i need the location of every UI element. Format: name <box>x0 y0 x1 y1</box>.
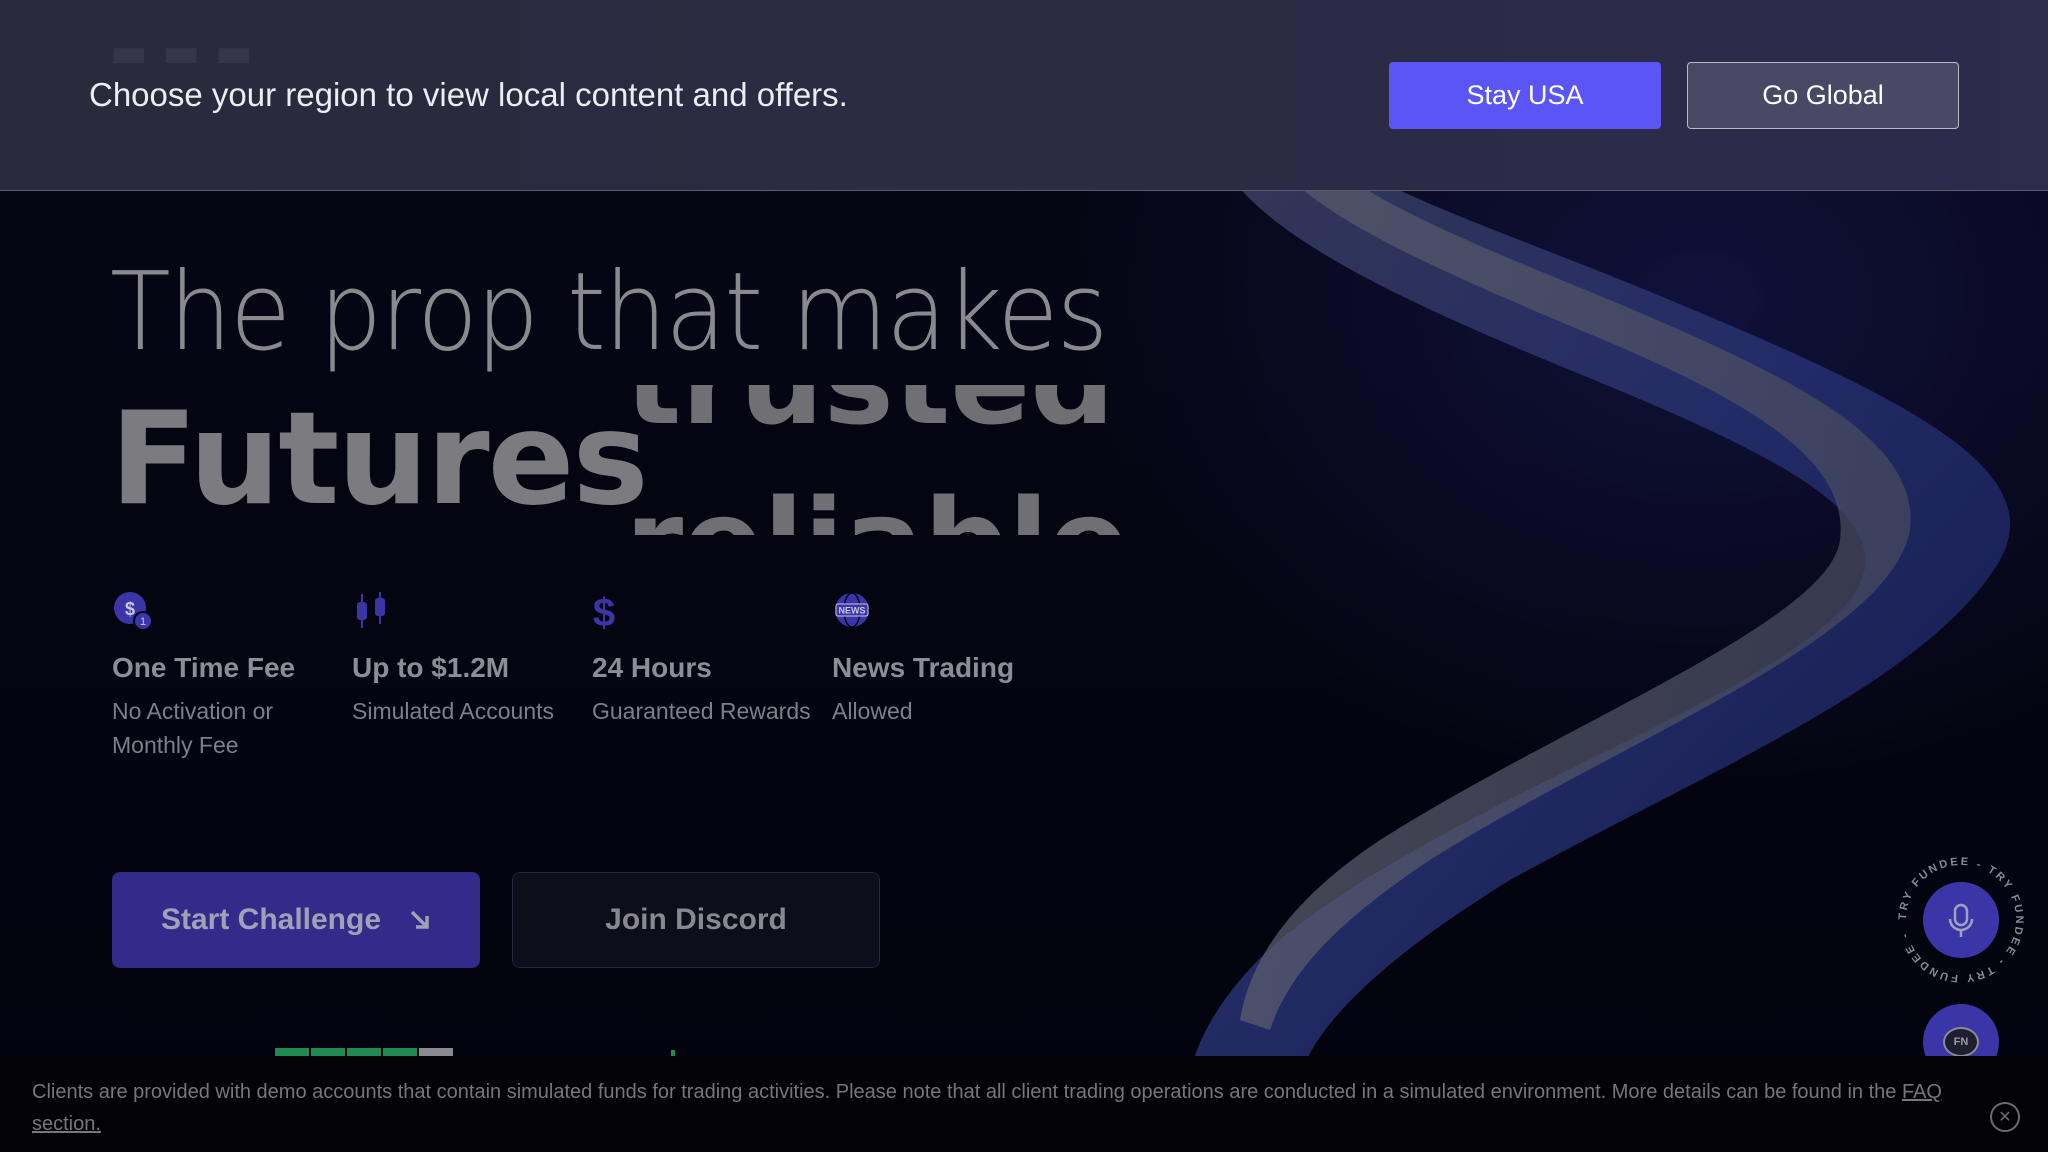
disclaimer-text: Clients are provided with demo accounts … <box>32 1076 1958 1140</box>
region-selector-banner: ▬ ▬ ▬ Choose your region to view local c… <box>0 0 2048 191</box>
go-global-button[interactable]: Go Global <box>1687 62 1959 129</box>
disclaimer-body: Clients are provided with demo accounts … <box>32 1081 1897 1103</box>
arrow-down-right-icon <box>410 910 429 929</box>
candlestick-icon <box>357 592 385 628</box>
rotating-word-next: reliable <box>625 473 1129 535</box>
feature-one-time-fee: $ 1 One Time Fee No Activation or Monthl… <box>112 590 332 762</box>
svg-text:$: $ <box>593 591 615 632</box>
feature-news-trading: NEWS News Trading Allowed <box>832 590 1052 728</box>
hero-highlight-word: Futures <box>110 385 649 534</box>
svg-text:NEWS: NEWS <box>839 606 866 616</box>
voice-assistant-widget[interactable]: TRY FUNDEE - TRY FUNDEE - TRY FUNDEE - <box>1896 855 2026 985</box>
feature-description: Simulated Accounts <box>352 698 555 724</box>
region-message: Choose your region to view local content… <box>89 76 848 113</box>
stay-usa-button[interactable]: Stay USA <box>1389 62 1661 129</box>
feature-description: Allowed <box>832 698 913 724</box>
rotating-word-current: trusted <box>625 385 1115 451</box>
start-challenge-label: Start Challenge <box>160 903 382 936</box>
feature-title: Up to $1.2M <box>352 652 510 683</box>
dollar-icon: $ <box>593 591 615 632</box>
svg-text:$: $ <box>125 599 135 619</box>
hero-heading-line1: The prop that makes <box>110 250 1108 375</box>
coin-fee-icon: $ 1 <box>114 592 153 631</box>
close-icon[interactable]: ✕ <box>1990 1102 2020 1132</box>
feature-description: No Activation or Monthly Fee <box>112 698 274 758</box>
start-challenge-button[interactable]: Start Challenge <box>112 872 480 968</box>
site-logo-faded: ▬ ▬ ▬ <box>110 30 254 76</box>
feature-description: Guaranteed Rewards <box>592 698 811 724</box>
chat-avatar-icon: FN <box>1943 1027 1979 1057</box>
hero-rotating-words: trusted reliable <box>625 385 1145 535</box>
disclaimer-bar: Clients are provided with demo accounts … <box>0 1056 2048 1152</box>
feature-account-size: Up to $1.2M Simulated Accounts <box>352 590 572 728</box>
news-globe-icon: NEWS <box>835 592 869 628</box>
svg-text:1: 1 <box>140 616 146 628</box>
feature-title: 24 Hours <box>592 652 712 683</box>
feature-title: News Trading <box>832 652 1015 683</box>
feature-title: One Time Fee <box>112 652 296 683</box>
join-discord-button[interactable]: Join Discord <box>512 872 880 968</box>
feature-rewards: $ 24 Hours Guaranteed Rewards <box>592 590 812 728</box>
